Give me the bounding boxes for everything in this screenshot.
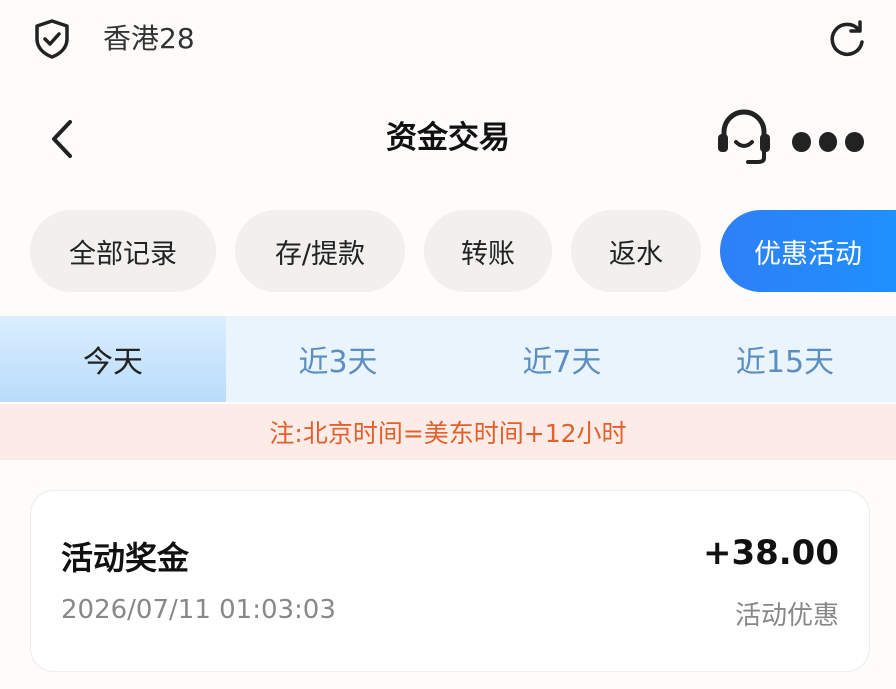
shield-icon (35, 19, 69, 59)
filter-chips: 全部记录 存/提款 转账 返水 优惠活动 (0, 210, 896, 294)
tab-3-days[interactable]: 近3天 (226, 316, 450, 402)
record-title: 活动奖金 (61, 539, 190, 577)
record-card[interactable]: 活动奖金 +38.00 2026/07/11 01:03:03 活动优惠 (30, 490, 870, 672)
filter-rebate[interactable]: 返水 (571, 210, 701, 292)
more-icon[interactable] (792, 132, 865, 156)
more-dot (818, 132, 838, 152)
refresh-icon[interactable] (826, 18, 868, 60)
tab-15-days[interactable]: 近15天 (674, 316, 896, 402)
filter-promotions[interactable]: 优惠活动 (720, 210, 896, 292)
record-amount: +38.00 (702, 533, 839, 573)
day-range-tabs: 今天 近3天 近7天 近15天 (0, 316, 896, 402)
top-bar: 香港28 (0, 0, 896, 80)
app-title: 香港28 (103, 22, 195, 55)
more-dot (845, 132, 865, 152)
record-time: 2026/07/11 01:03:03 (61, 595, 336, 625)
filter-transfer[interactable]: 转账 (424, 210, 552, 292)
more-dot (792, 132, 811, 152)
filter-deposit-withdraw[interactable]: 存/提款 (235, 210, 405, 292)
record-type: 活动优惠 (734, 601, 839, 631)
timezone-notice: 注:北京时间=美东时间+12小时 (0, 404, 896, 460)
filter-all-records[interactable]: 全部记录 (30, 210, 216, 292)
headset-icon[interactable] (714, 108, 774, 166)
tab-7-days[interactable]: 近7天 (450, 316, 674, 402)
tab-today[interactable]: 今天 (0, 316, 226, 402)
nav-bar: 资金交易 (0, 88, 896, 188)
